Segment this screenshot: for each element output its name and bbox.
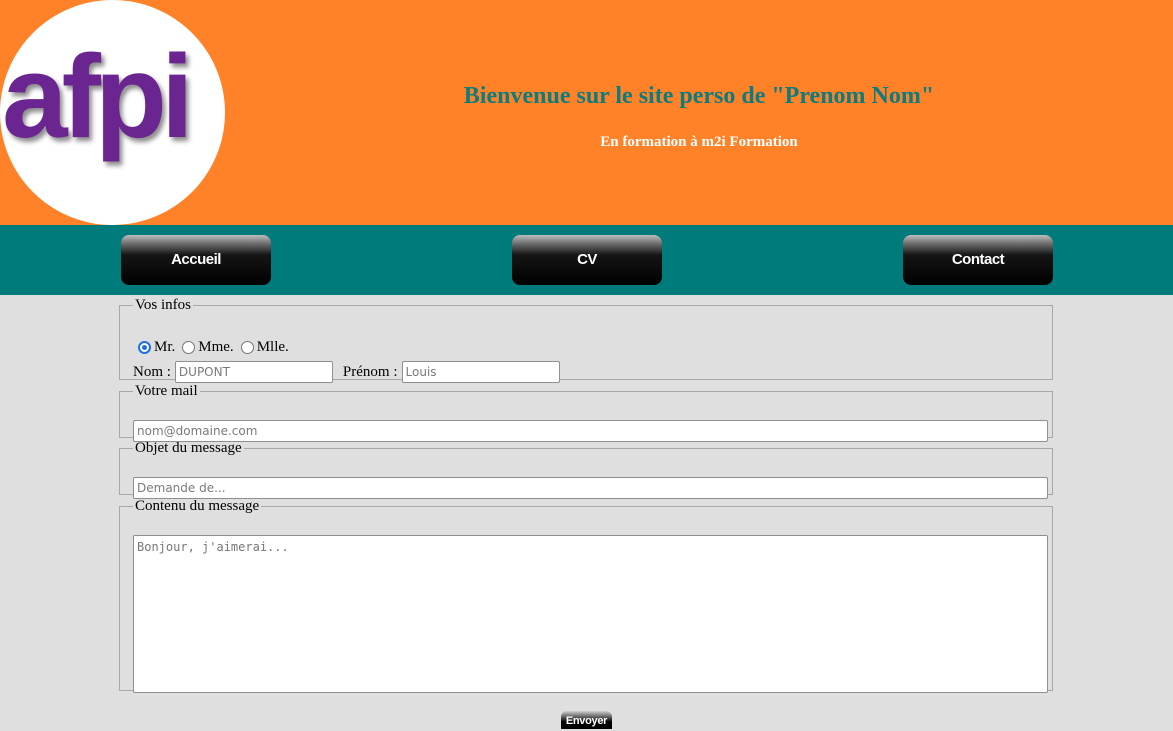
page-subtitle: En formation à m2i Formation: [600, 134, 798, 150]
fieldset-objet: Objet du message: [119, 440, 1053, 499]
main-nav: Accueil CV Contact: [0, 225, 1173, 295]
radio-mlle[interactable]: [240, 341, 254, 354]
site-header: afpi Bienvenue sur le site perso de "Pre…: [0, 0, 1173, 225]
legend-objet: Objet du message: [135, 440, 242, 456]
name-row: Nom : Prénom :: [133, 361, 560, 383]
nom-input[interactable]: [174, 361, 333, 383]
logo-text: afpi: [2, 31, 194, 163]
legend-contenu: Contenu du message: [135, 498, 260, 514]
prenom-input[interactable]: [401, 361, 560, 383]
legend-vos-infos: Vos infos: [135, 297, 191, 313]
afpi-logo: afpi: [0, 0, 225, 225]
radio-mme[interactable]: [182, 341, 196, 354]
radio-mme-label[interactable]: Mme.: [198, 339, 233, 356]
envoyer-button[interactable]: Envoyer: [561, 711, 612, 729]
radio-mr-label[interactable]: Mr.: [154, 339, 175, 356]
radio-mlle-label[interactable]: Mlle.: [257, 339, 289, 356]
nom-label: Nom :: [133, 363, 171, 380]
objet-input[interactable]: [133, 477, 1048, 499]
nav-button-contact[interactable]: Contact: [903, 235, 1053, 285]
legend-votre-mail: Votre mail: [135, 383, 198, 399]
fieldset-votre-mail: Votre mail: [119, 383, 1053, 442]
prenom-label: Prénom :: [342, 363, 398, 380]
civilite-radio-group: Mr. Mme. Mlle.: [138, 339, 296, 356]
fieldset-vos-infos: Vos infos Mr. Mme. Mlle. Nom : Prénom :: [119, 297, 1053, 383]
fieldset-contenu: Contenu du message: [119, 498, 1053, 693]
nav-button-accueil[interactable]: Accueil: [121, 235, 271, 285]
message-textarea[interactable]: [133, 535, 1048, 693]
page-title: Bienvenue sur le site perso de "Prenom N…: [463, 83, 935, 109]
radio-mr[interactable]: [138, 341, 151, 354]
nav-button-cv[interactable]: CV: [512, 235, 662, 285]
email-input[interactable]: [133, 420, 1048, 442]
